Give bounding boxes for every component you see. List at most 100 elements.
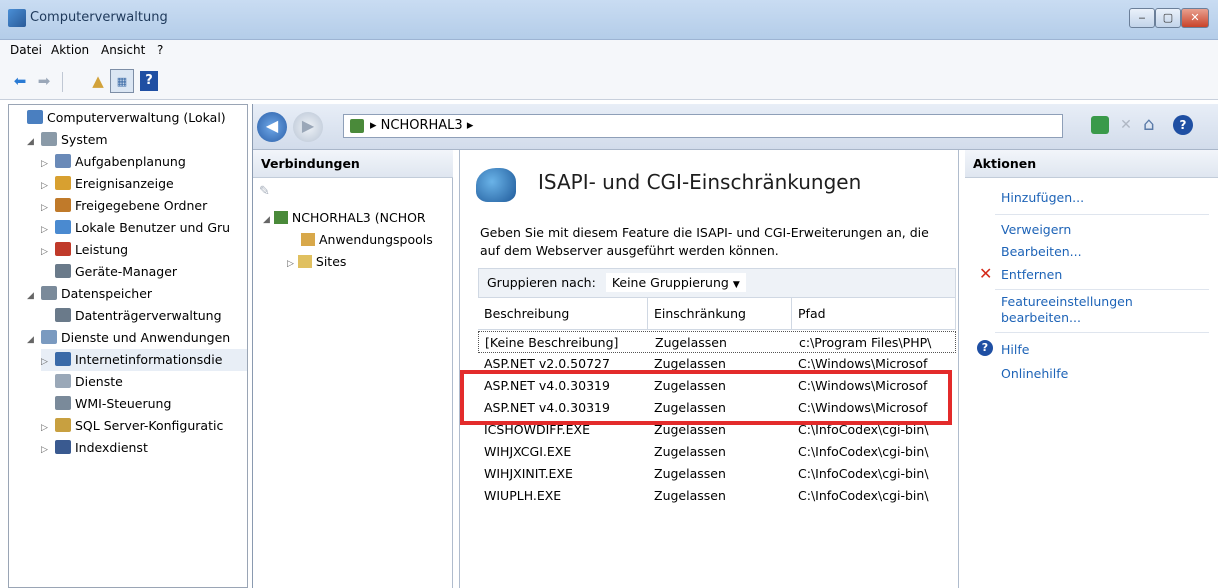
cell-restriction: Zugelassen: [654, 488, 726, 503]
tree-item[interactable]: ▷ Aufgabenplanung: [41, 151, 186, 173]
tree-item[interactable]: Geräte-Manager: [41, 261, 177, 283]
tree-item[interactable]: ▷ Internetinformationsdie: [41, 349, 247, 373]
stop-icon[interactable]: ✕: [1117, 116, 1135, 134]
minimize-button[interactable]: ‒: [1129, 8, 1155, 28]
connections-title: Verbindungen: [253, 150, 453, 178]
table-row[interactable]: [Keine Beschreibung] Zugelassen c:\Program…: [478, 331, 956, 353]
menu-datei[interactable]: Datei: [10, 43, 42, 57]
cell-path: C:\InfoCodex\cgi-bin\: [798, 444, 929, 459]
address-bar[interactable]: ▸ NCHORHAL3 ▸: [343, 114, 1063, 138]
menu-ansicht[interactable]: Ansicht: [101, 43, 145, 57]
show-hide-tree-icon[interactable]: ▦: [110, 69, 134, 93]
expander-icon[interactable]: ▷: [41, 175, 55, 197]
tree-item[interactable]: ▷ SQL Server-Konfiguratic: [41, 415, 223, 437]
help-circle-icon: ?: [977, 340, 993, 356]
tree-sites[interactable]: ▷ Sites: [287, 254, 346, 269]
tree-item-label: Geräte-Manager: [75, 264, 178, 279]
tree-item-label: Dienste und Anwendungen: [61, 330, 231, 345]
iis-help-icon[interactable]: ?: [1173, 115, 1193, 135]
tree-item[interactable]: Dienste: [41, 371, 123, 393]
menu-aktion[interactable]: Aktion: [51, 43, 89, 57]
tree-node-icon: [55, 374, 71, 388]
divider: [995, 332, 1209, 333]
feature-description: Geben Sie mit diesem Feature die ISAPI- …: [480, 225, 929, 258]
expander-icon[interactable]: ▷: [41, 439, 55, 461]
menu-help[interactable]: ?: [157, 43, 163, 57]
tree-item[interactable]: ▷ Ereignisanzeige: [41, 173, 174, 195]
action-help[interactable]: Hilfe: [1001, 342, 1029, 358]
tree-item[interactable]: ◢ Dienste und Anwendungen: [27, 327, 230, 349]
tree-node-icon: [41, 286, 57, 300]
tree-item[interactable]: WMI-Steuerung: [41, 393, 171, 415]
tree-item-label: Datenträgerverwaltung: [75, 308, 222, 323]
sites-icon: [297, 255, 312, 268]
tree-node-icon: [55, 352, 71, 366]
expander-icon[interactable]: ▷: [41, 241, 55, 263]
tree-app-pools[interactable]: Anwendungspools: [301, 232, 433, 247]
tree-node-icon: [27, 110, 43, 124]
highlight-box: [460, 370, 952, 425]
connect-icon[interactable]: ✎: [259, 184, 277, 202]
tree-item[interactable]: ▷ Indexdienst: [41, 437, 148, 459]
up-folder-icon[interactable]: ▲: [86, 69, 110, 93]
tree-node-icon: [55, 242, 71, 256]
iis-manager: ◀ ▶ ▸ NCHORHAL3 ▸ ✕ ⌂ ? Verbindungen ✎ ◢…: [252, 104, 1218, 588]
column-header-restriction[interactable]: Einschränkung: [648, 298, 792, 330]
tree-item-label: Lokale Benutzer und Gru: [75, 220, 231, 235]
column-header-path[interactable]: Pfad: [792, 298, 956, 330]
tree-node-icon: [41, 132, 57, 146]
column-header-description[interactable]: Beschreibung: [478, 298, 648, 330]
tree-item[interactable]: ▷ Lokale Benutzer und Gru: [41, 217, 230, 239]
toolbar: ⬅ ➡ ▲ ▦ ?: [0, 62, 1218, 100]
back-icon[interactable]: ⬅: [8, 69, 32, 93]
tree-item[interactable]: Computerverwaltung (Lokal): [13, 107, 226, 129]
cell-path: c:\Program Files\PHP\: [799, 335, 932, 350]
cell-path: C:\InfoCodex\cgi-bin\: [798, 488, 929, 503]
expander-icon[interactable]: ▷: [41, 417, 55, 439]
table-row[interactable]: WIHJXINIT.EXE Zugelassen C:\InfoCodex\cgi-…: [478, 463, 956, 485]
expander-icon[interactable]: ▷: [41, 351, 55, 373]
expander-icon[interactable]: ◢: [27, 285, 41, 307]
group-by-dropdown[interactable]: Keine Gruppierung ▼: [605, 273, 746, 292]
expander-icon: ◢: [263, 215, 270, 225]
expander-icon[interactable]: ▷: [41, 197, 55, 219]
expander-icon[interactable]: ▷: [41, 219, 55, 241]
action-feature-settings[interactable]: Featureeinstellungen bearbeiten...: [1001, 294, 1201, 326]
cell-restriction: Zugelassen: [654, 466, 726, 481]
forward-icon[interactable]: ➡: [32, 69, 56, 93]
tree-item[interactable]: ▷ Freigegebene Ordner: [41, 195, 207, 217]
refresh-icon[interactable]: [1091, 116, 1109, 134]
tree-item[interactable]: ◢ System: [27, 129, 108, 151]
action-deny[interactable]: Verweigern: [1001, 222, 1071, 238]
tree-item[interactable]: ▷ Leistung: [41, 239, 128, 261]
app-pools-icon: [301, 233, 315, 246]
action-add[interactable]: Hinzufügen...: [1001, 190, 1084, 206]
expander-icon[interactable]: ◢: [27, 329, 41, 351]
app-icon: [8, 9, 26, 27]
dropdown-arrow-icon: ▼: [732, 280, 740, 290]
table-row[interactable]: WIHJXCGI.EXE Zugelassen C:\InfoCodex\cgi-b…: [478, 441, 956, 463]
help-icon[interactable]: ?: [140, 71, 158, 91]
nav-back-icon[interactable]: ◀: [257, 112, 287, 142]
maximize-button[interactable]: ▢: [1155, 8, 1181, 28]
console-tree: Computerverwaltung (Lokal) ◢ System ▷ Aufgab…: [8, 104, 248, 588]
tree-item-label: Leistung: [75, 242, 129, 257]
sites-label: Sites: [315, 254, 347, 269]
tree-item[interactable]: ◢ Datenspeicher: [27, 283, 152, 305]
cell-description: WIHJXCGI.EXE: [484, 444, 572, 459]
tree-server[interactable]: ◢ NCHORHAL3 (NCHOR: [263, 210, 426, 225]
table-row[interactable]: WIUPLH.EXE Zugelassen C:\InfoCodex\cgi-bin…: [478, 485, 956, 507]
divider: [995, 289, 1209, 290]
expander-icon[interactable]: ▷: [41, 153, 55, 175]
tree-node-icon: [55, 220, 71, 234]
close-button[interactable]: ✕: [1181, 8, 1209, 28]
action-remove[interactable]: Entfernen: [1001, 267, 1062, 283]
tree-item-label: SQL Server-Konfiguratic: [75, 418, 224, 433]
tree-item-label: Computerverwaltung (Lokal): [47, 110, 226, 125]
tree-item[interactable]: Datenträgerverwaltung: [41, 305, 222, 327]
action-edit[interactable]: Bearbeiten...: [1001, 244, 1082, 260]
home-icon[interactable]: ⌂: [1143, 114, 1154, 135]
action-online-help[interactable]: Onlinehilfe: [1001, 366, 1068, 382]
nav-forward-icon[interactable]: ▶: [293, 112, 323, 142]
expander-icon[interactable]: ◢: [27, 131, 41, 153]
